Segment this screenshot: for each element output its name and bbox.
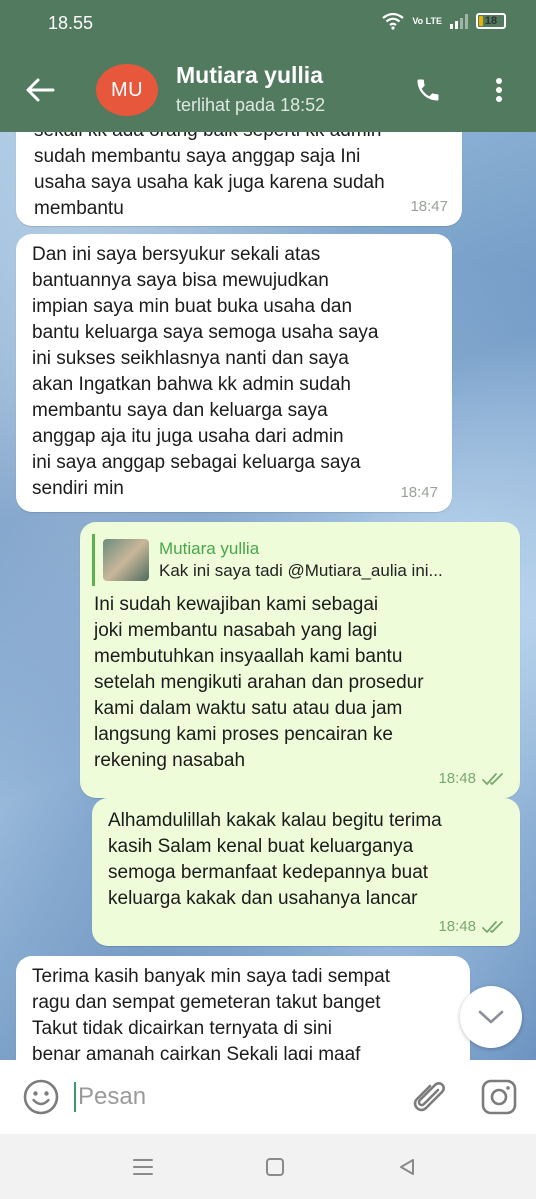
message-bubble-outgoing[interactable]: Alhamdulillah kakak kalau begitu terima … — [92, 798, 520, 946]
chevron-down-icon — [478, 1010, 504, 1024]
volte-indicator: Vo LTE — [412, 15, 442, 26]
contact-name[interactable]: Mutiara yullia — [176, 62, 323, 89]
quote-thumbnail — [103, 539, 149, 581]
message-text: Ini sudah kewajiban kami sebagai joki me… — [94, 594, 424, 771]
signal-icon — [450, 13, 468, 29]
nav-back-button[interactable] — [392, 1152, 422, 1182]
battery-level: 18 — [484, 15, 498, 27]
call-button[interactable] — [408, 70, 448, 110]
message-text: Dan ini saya bersyukur sekali atas bantu… — [32, 244, 379, 499]
back-arrow-icon — [26, 78, 55, 102]
system-nav-bar — [0, 1134, 536, 1199]
message-text: Alhamdulillah kakak kalau begitu terima … — [108, 810, 442, 909]
message-time: 18:48 — [438, 914, 506, 940]
home-button[interactable] — [260, 1152, 290, 1182]
message-bubble-incoming[interactable]: Terima kasih banyak min saya tadi sempat… — [16, 956, 470, 1060]
back-icon — [400, 1159, 414, 1175]
chat-area[interactable]: sekali kk ada orang baik seperti kk admi… — [0, 132, 536, 1060]
message-input[interactable] — [78, 1078, 378, 1116]
quote-author: Mutiara yullia — [159, 539, 260, 558]
back-button[interactable] — [18, 70, 62, 110]
recent-apps-icon — [133, 1159, 153, 1175]
more-options-button[interactable] — [484, 70, 514, 110]
recent-apps-button[interactable] — [128, 1152, 158, 1182]
message-bubble-incoming[interactable]: sekali kk ada orang baik seperti kk admi… — [16, 132, 462, 226]
reply-quote[interactable]: Mutiara yullia Kak ini saya tadi @Mutiar… — [92, 534, 508, 586]
status-bar: 18.55 Vo LTE 18 — [0, 0, 536, 50]
message-bubble-incoming[interactable]: Dan ini saya bersyukur sekali atas bantu… — [16, 234, 452, 512]
chat-header: MU Mutiara yullia terlihat pada 18:52 — [0, 50, 536, 132]
message-bubble-outgoing[interactable]: Mutiara yullia Kak ini saya tadi @Mutiar… — [80, 522, 520, 798]
message-time: 18:48 — [438, 766, 506, 792]
quote-text: Kak ini saya tadi @Mutiara_aulia ini... — [159, 561, 443, 580]
status-time: 18.55 — [48, 13, 94, 33]
phone-icon — [417, 79, 439, 101]
message-text: sekali kk ada orang baik seperti kk admi… — [34, 132, 385, 219]
message-time: 18:47 — [410, 198, 448, 215]
status-icons: Vo LTE 18 — [382, 12, 506, 30]
attach-icon[interactable] — [408, 1076, 448, 1118]
message-time: 18:47 — [400, 484, 438, 501]
double-check-icon — [482, 921, 503, 933]
camera-icon[interactable] — [480, 1078, 518, 1116]
message-composer — [0, 1060, 536, 1134]
text-cursor — [74, 1082, 76, 1112]
emoji-icon[interactable] — [22, 1078, 60, 1116]
home-icon — [266, 1158, 284, 1176]
avatar[interactable]: MU — [96, 64, 158, 116]
more-vert-icon — [496, 78, 502, 102]
wifi-icon — [382, 12, 405, 30]
message-text: Terima kasih banyak min saya tadi sempat… — [32, 966, 390, 1060]
scroll-to-bottom-button[interactable] — [460, 986, 522, 1048]
double-check-icon — [482, 773, 503, 785]
last-seen-status: terlihat pada 18:52 — [176, 95, 326, 115]
battery-icon: 18 — [476, 13, 506, 29]
